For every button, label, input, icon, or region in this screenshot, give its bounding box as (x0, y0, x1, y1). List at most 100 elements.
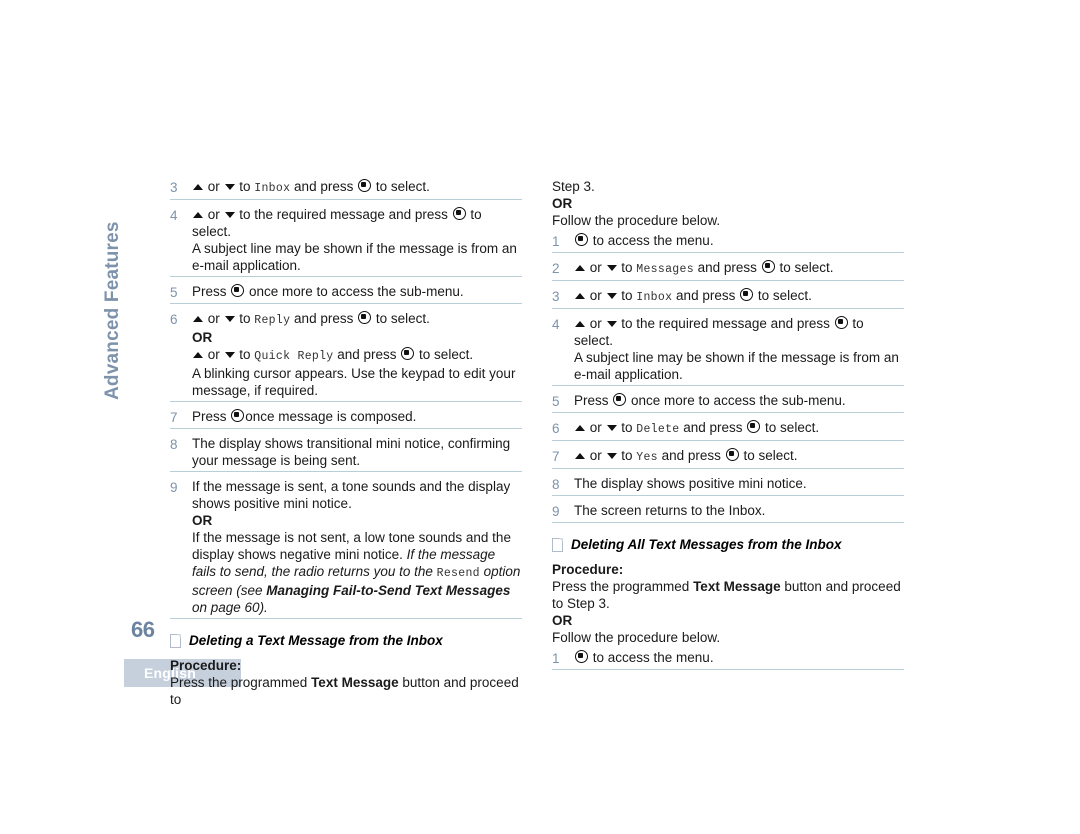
step-number: 4 (552, 317, 560, 332)
step-line: A subject line may be shown if the messa… (192, 241, 517, 273)
up-arrow-icon (575, 321, 585, 327)
menu-item-text: Messages (636, 263, 694, 276)
up-arrow-icon (193, 212, 203, 218)
up-arrow-icon (575, 453, 585, 459)
manual-page: Advanced Features 66 English 3 or to Inb… (0, 0, 1080, 834)
step-text: The display shows positive mini notice. (574, 475, 904, 492)
procedure-step: 4 or to the required message and press t… (170, 206, 522, 277)
up-arrow-icon (575, 425, 585, 431)
step-text: or to Reply and press to select. OR or to… (192, 310, 522, 399)
section-heading-deleting-all-text-messages: Deleting All Text Messages from the Inbo… (552, 537, 904, 552)
step-text: to access the menu. (574, 232, 904, 249)
down-arrow-icon (606, 265, 617, 271)
step-line: Press once more to access the sub-menu. (192, 284, 464, 299)
section-heading-deleting-text-message: Deleting a Text Message from the Inbox (170, 633, 522, 648)
chapter-tab: Advanced Features (102, 221, 123, 400)
step-line: or to the required message and press to … (192, 207, 482, 239)
emphasis-text: OR (552, 613, 573, 628)
step-number: 8 (552, 477, 560, 492)
procedure-step: 5 Press once more to access the sub-menu. (552, 392, 904, 413)
paragraph-line: OR (552, 612, 904, 629)
left-step-list: 3 or to Inbox and press to select. 4 or t… (170, 178, 522, 619)
step-number: 3 (552, 289, 560, 304)
up-arrow-icon (193, 316, 203, 322)
step-text: or to Messages and press to select. (574, 259, 904, 278)
step-number: 1 (552, 234, 560, 249)
menu-select-button-icon (747, 420, 761, 433)
procedure-step: 9 The screen returns to the Inbox. (552, 502, 904, 523)
step-number: 6 (170, 312, 178, 327)
menu-select-button-icon (613, 393, 627, 406)
step-line: Press once more to access the sub-menu. (574, 393, 846, 408)
step-line: The screen returns to the Inbox. (574, 503, 766, 518)
down-arrow-icon (606, 425, 617, 431)
paragraph-line: Step 3. (552, 179, 595, 194)
menu-select-button-icon (452, 207, 466, 220)
left-column: 3 or to Inbox and press to select. 4 or t… (170, 178, 522, 711)
down-arrow-icon (606, 453, 617, 459)
emphasis-text: OR (192, 330, 213, 345)
step-line: If the message is sent, a tone sounds an… (192, 479, 511, 511)
step-line: Press once message is composed. (192, 409, 417, 424)
up-arrow-icon (575, 265, 585, 271)
step-text: or to Inbox and press to select. (192, 178, 522, 197)
down-arrow-icon (224, 212, 235, 218)
menu-item-text: Resend (436, 567, 480, 580)
section-heading-label: Deleting All Text Messages from the Inbo… (571, 537, 842, 552)
step-text: or to Yes and press to select. (574, 447, 904, 466)
step-number: 5 (170, 285, 178, 300)
procedure-step: 9 If the message is sent, a tone sounds a… (170, 478, 522, 619)
step-line: or to the required message and press to … (574, 316, 864, 348)
step-line: A subject line may be shown if the messa… (574, 350, 899, 382)
menu-select-button-icon (575, 650, 588, 663)
procedure-step-list: 1 to access the menu. (552, 649, 904, 670)
procedure-step: 1 to access the menu. (552, 649, 904, 670)
step-text: to access the menu. (574, 649, 904, 666)
step-line: OR (192, 512, 522, 529)
paragraph-line: Press the programmed Text Message button… (552, 579, 901, 611)
section-heading-label: Deleting a Text Message from the Inbox (189, 633, 443, 648)
down-arrow-icon (606, 321, 617, 327)
step-line: or to Inbox and press to select. (574, 287, 904, 306)
menu-item-text: Inbox (636, 291, 673, 304)
step-text: or to the required message and press to … (192, 206, 522, 274)
menu-item-text: Delete (636, 423, 680, 436)
menu-select-button-icon (575, 233, 588, 246)
step-text: The display shows transitional mini noti… (192, 435, 522, 469)
menu-select-button-icon (358, 311, 372, 324)
procedure-step: 6 or to Reply and press to select. OR or … (170, 310, 522, 402)
menu-select-button-icon (358, 179, 372, 192)
step-line: The display shows positive mini notice. (574, 476, 807, 491)
paragraph-block: Press the programmed Text Message button… (170, 674, 522, 708)
procedure-step: 3 or to Inbox and press to select. (170, 178, 522, 200)
step-number: 4 (170, 208, 178, 223)
procedure-step: 8 The display shows transitional mini not… (170, 435, 522, 472)
menu-select-button-icon (725, 448, 739, 461)
step-number: 9 (170, 480, 178, 495)
step-text: or to the required message and press to … (574, 315, 904, 383)
procedure-label: Procedure: (170, 658, 242, 673)
menu-item-text: Quick Reply (254, 350, 334, 363)
step-text: or to Delete and press to select. (574, 419, 904, 438)
paragraph-line: OR (552, 195, 904, 212)
menu-select-button-icon (231, 284, 245, 297)
step-line: or to Quick Reply and press to select. (192, 346, 522, 365)
paragraph-line: Follow the procedure below. (552, 630, 721, 645)
step-line: or to Reply and press to select. (192, 310, 522, 329)
step-text: Press once more to access the sub-menu. (192, 283, 522, 300)
step-text: Press once message is composed. (192, 408, 522, 425)
step-line: or to Delete and press to select. (574, 419, 904, 438)
emphasis-text: Text Message (693, 579, 781, 594)
up-arrow-icon (575, 293, 585, 299)
step-line: OR (192, 329, 522, 346)
step-text: The screen returns to the Inbox. (574, 502, 904, 519)
step-number: 5 (552, 394, 560, 409)
emphasis-text: Text Message (311, 675, 399, 690)
emphasis-text: OR (552, 196, 573, 211)
cross-reference-link[interactable]: Managing Fail-to-Send Text Messages (266, 583, 510, 598)
procedure-step: 2 or to Messages and press to select. (552, 259, 904, 281)
document-page-icon (170, 633, 181, 648)
down-arrow-icon (224, 184, 235, 190)
menu-select-button-icon (401, 347, 415, 360)
procedure-step: 7 Press once message is composed. (170, 408, 522, 429)
